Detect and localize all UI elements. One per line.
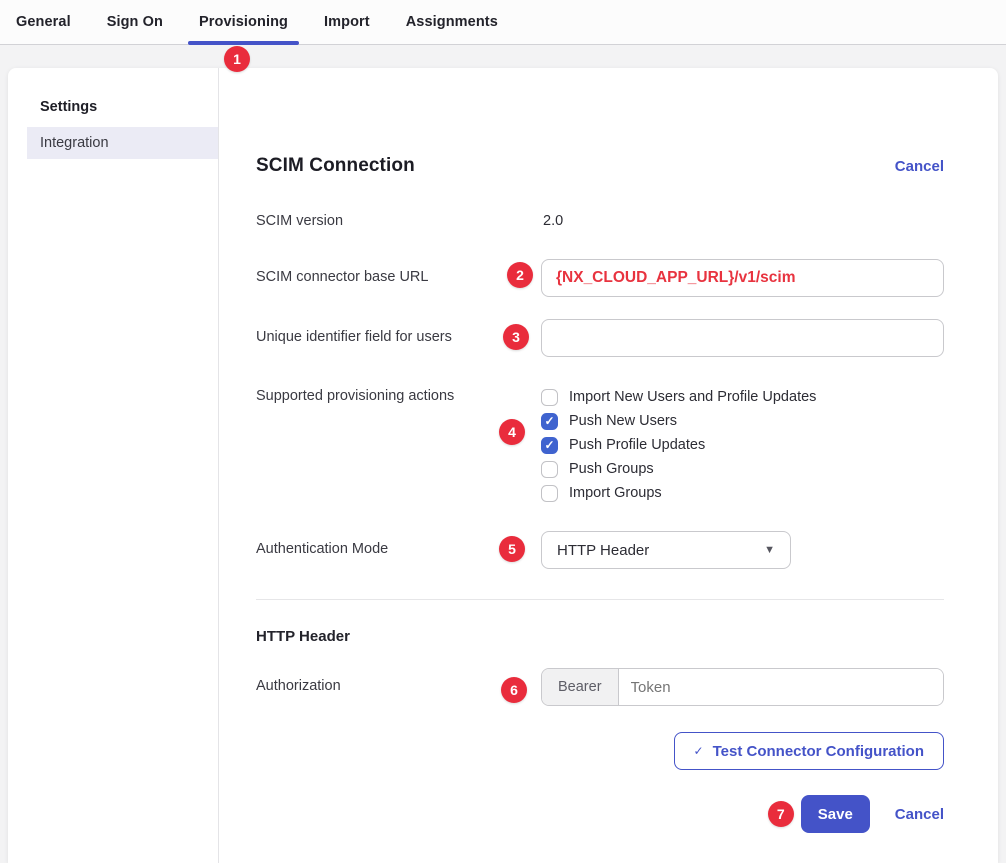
bearer-prefix: Bearer: [542, 669, 619, 705]
checkbox-push-profile-updates[interactable]: Push Profile Updates: [541, 433, 944, 457]
tab-general[interactable]: General: [16, 0, 71, 44]
settings-sidebar: Settings Integration: [8, 68, 219, 863]
checkbox-push-groups[interactable]: Push Groups: [541, 457, 944, 481]
base-url-row: SCIM connector base URL 2: [256, 259, 944, 297]
scim-version-value: 2.0: [541, 213, 563, 229]
sidebar-item-label: Integration: [40, 135, 109, 151]
test-connector-configuration-button[interactable]: ✓ Test Connector Configuration: [674, 732, 944, 770]
app-tab-bar: General Sign On Provisioning Import Assi…: [0, 0, 1006, 45]
unique-id-label: Unique identifier field for users: [256, 319, 541, 357]
sidebar-header: Settings: [40, 99, 218, 115]
tab-provisioning[interactable]: Provisioning: [199, 0, 288, 44]
section-divider: [256, 599, 944, 600]
tab-import[interactable]: Import: [324, 0, 370, 44]
checkbox-label: Push Groups: [569, 461, 654, 477]
checkbox-icon[interactable]: [541, 485, 558, 502]
tab-sign-on[interactable]: Sign On: [107, 0, 163, 44]
unique-id-row: Unique identifier field for users 3: [256, 319, 944, 357]
checkbox-import-new-users[interactable]: Import New Users and Profile Updates: [541, 385, 944, 409]
provisioning-card: Settings Integration SCIM Connection Can…: [8, 68, 998, 863]
step-badge-2: 2: [507, 262, 533, 288]
authorization-input-group: Bearer: [541, 668, 944, 706]
checkbox-icon[interactable]: [541, 437, 558, 454]
authorization-label: Authorization: [256, 668, 541, 706]
checkbox-import-groups[interactable]: Import Groups: [541, 481, 944, 505]
test-connector-label: Test Connector Configuration: [713, 743, 924, 760]
checkbox-label: Import New Users and Profile Updates: [569, 389, 816, 405]
checkbox-icon[interactable]: [541, 461, 558, 478]
http-header-section-title: HTTP Header: [256, 628, 944, 646]
checkbox-label: Import Groups: [569, 485, 662, 501]
base-url-label: SCIM connector base URL: [256, 259, 541, 297]
checkbox-label: Push Profile Updates: [569, 437, 705, 453]
tab-assignments[interactable]: Assignments: [406, 0, 498, 44]
tab-label: Assignments: [406, 14, 498, 30]
scim-version-label: SCIM version: [256, 213, 541, 229]
step-badge-4: 4: [499, 419, 525, 445]
scim-version-row: SCIM version 2.0: [256, 212, 944, 230]
checkbox-icon[interactable]: [541, 389, 558, 406]
unique-id-input[interactable]: [541, 319, 944, 357]
checkbox-icon[interactable]: [541, 413, 558, 430]
provisioning-actions-label: Supported provisioning actions: [256, 385, 541, 505]
step-badge-3: 3: [503, 324, 529, 350]
authorization-row: Authorization 6 Bearer: [256, 668, 944, 706]
provisioning-actions-row: Supported provisioning actions 4 Import …: [256, 385, 944, 505]
step-badge-7: 7: [768, 801, 794, 827]
check-icon: ✓: [694, 744, 704, 758]
base-url-input[interactable]: [541, 259, 944, 297]
scim-connection-panel: SCIM Connection Cancel SCIM version 2.0 …: [219, 68, 998, 863]
checkbox-label: Push New Users: [569, 413, 677, 429]
auth-mode-selected-value: HTTP Header: [557, 542, 649, 559]
auth-mode-select[interactable]: HTTP Header ▼: [541, 531, 791, 569]
chevron-down-icon: ▼: [764, 544, 775, 556]
cancel-link-top[interactable]: Cancel: [895, 158, 944, 175]
step-badge-5: 5: [499, 536, 525, 562]
step-badge-1: 1: [224, 46, 250, 72]
checkbox-push-new-users[interactable]: Push New Users: [541, 409, 944, 433]
token-input[interactable]: [619, 669, 943, 705]
auth-mode-row: Authentication Mode 5 HTTP Header ▼: [256, 531, 944, 569]
step-badge-6: 6: [501, 677, 527, 703]
tab-label: Import: [324, 14, 370, 30]
page-title: SCIM Connection: [256, 155, 415, 177]
save-button[interactable]: Save: [801, 795, 870, 833]
tab-label: Provisioning: [199, 14, 288, 30]
cancel-link-bottom[interactable]: Cancel: [895, 806, 944, 823]
sidebar-item-integration[interactable]: Integration: [27, 127, 218, 159]
tab-label: General: [16, 14, 71, 30]
tab-label: Sign On: [107, 14, 163, 30]
